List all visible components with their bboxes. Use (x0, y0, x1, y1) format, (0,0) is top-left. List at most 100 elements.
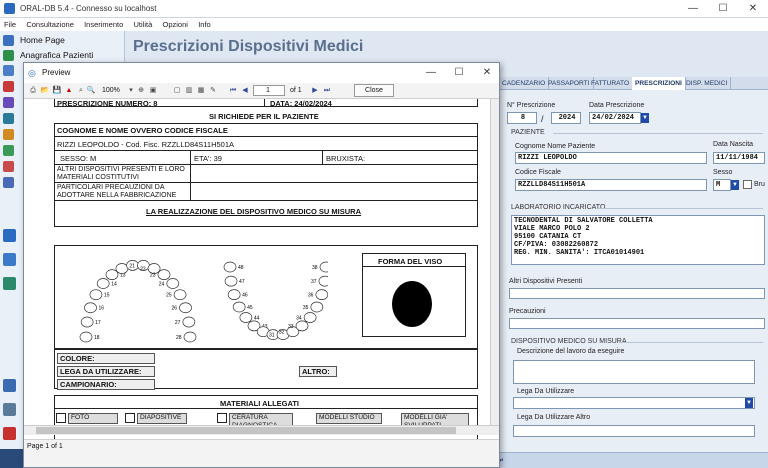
alloy-label: LEGA DA UTILIZZARE: (57, 366, 155, 377)
open-icon[interactable]: 📂 (40, 86, 50, 96)
settings-icon (3, 177, 14, 188)
patient-name-label: Cognome Nome Paziente (515, 143, 596, 150)
tooth-label: 35 (303, 305, 309, 311)
sidebar-item-home[interactable]: Home Page (0, 33, 125, 48)
sex-dropdown-button[interactable]: ▼ (731, 180, 739, 190)
pdf-export-icon[interactable]: ▲ (64, 86, 74, 96)
tooth-35 (310, 301, 324, 313)
maximize-button[interactable]: ☐ (708, 0, 738, 18)
tab-prescrizioni[interactable]: PRESCRIZIONI (632, 77, 686, 90)
tooth-24 (166, 278, 180, 289)
alloy-dropdown-button[interactable]: ▼ (745, 398, 753, 408)
menu-file[interactable]: File (0, 18, 20, 31)
prescription-number-field[interactable]: 8 (507, 112, 537, 124)
fit-page-icon[interactable]: ▣ (148, 86, 158, 96)
zoom-in-icon[interactable]: ⊕ (136, 86, 146, 96)
menu-opzioni[interactable]: Opzioni (159, 18, 192, 31)
last-page-icon[interactable]: ⏭ (322, 86, 332, 96)
document-icon (3, 97, 14, 108)
preview-minimize-button[interactable]: — (416, 63, 446, 83)
menu-info[interactable]: Info (194, 18, 215, 31)
close-button[interactable]: ✕ (738, 0, 768, 18)
bruxism-checkbox[interactable] (743, 180, 752, 189)
alloy-other-label: Lega Da Utilizzare Altro (517, 414, 591, 421)
preview-maximize-button[interactable]: ☐ (444, 63, 474, 83)
prescription-form: N° Prescrizione 8 / 2024 Data Prescrizio… (497, 90, 768, 452)
slides-checkbox[interactable] (125, 413, 135, 423)
other-devices-text: ALTRI DISPOSITIVI PRESENTI E LORO MATERI… (57, 166, 185, 181)
first-page-icon[interactable]: ⏮ (228, 86, 238, 96)
magnifier-icon[interactable]: 🔍 (86, 86, 96, 96)
next-page-icon[interactable]: ▶ (310, 86, 320, 96)
tab-passaporti[interactable]: PASSAPORTI (545, 77, 594, 90)
menu-inserimento[interactable]: Inserimento (80, 18, 127, 31)
work-description-field[interactable] (513, 360, 755, 384)
backup-icon (3, 403, 16, 416)
lab-line: VIALE MARCO POLO 2 (514, 225, 590, 233)
preview-titlebar: ◎ Preview — ☐ ✕ (24, 63, 499, 83)
divider (54, 136, 478, 137)
sidebar-item-label: Home Page (20, 35, 65, 45)
requested-for-title: SI RICHIEDE PER IL PAZIENTE (209, 112, 319, 121)
materials-title: MATERIALI ALLEGATI (220, 399, 300, 408)
precautions-field[interactable] (509, 318, 765, 329)
lab-line: 95100 CATANIA CT (514, 233, 582, 241)
vertical-scrollbar[interactable] (490, 99, 499, 425)
preview-close-report-button[interactable]: Close (354, 84, 394, 97)
date-picker-button[interactable]: ▼ (641, 113, 649, 123)
edit-icon[interactable]: ✎ (208, 86, 218, 96)
tab-disp-medici[interactable]: DISP. MEDICI (683, 77, 732, 90)
home-icon (3, 35, 14, 46)
network-icon (3, 379, 16, 392)
preview-toolbar: ⎙ 📂 💾 ▲ ⌕ 🔍 100% ▾ ⊕ ▣ ▢ ▥ ▦ ✎ ⏮ ◀ 1 of … (24, 83, 499, 99)
tab-cadenzario[interactable]: CADENZARIO (499, 77, 550, 90)
prescription-date-field[interactable]: 24/02/2024 (589, 112, 641, 124)
divider (597, 208, 763, 209)
scrollbar-thumb[interactable] (36, 427, 456, 434)
tooth-26 (179, 302, 192, 314)
page-number-input[interactable]: 1 (253, 85, 285, 96)
lower-arch: 48474645444342413132333435363738 (223, 261, 328, 340)
sex-select[interactable]: M (713, 179, 731, 191)
preview-icon: ◎ (28, 68, 36, 78)
face-shape-title: FORMA DEL VISO (378, 257, 443, 266)
preview-window: ◎ Preview — ☐ ✕ ⎙ 📂 💾 ▲ ⌕ 🔍 100% ▾ ⊕ ▣ ▢… (23, 62, 500, 468)
print-icon[interactable]: ⎙ (28, 86, 38, 96)
horizontal-scrollbar[interactable] (24, 425, 499, 435)
alloy-select[interactable] (513, 397, 755, 409)
multi-pages-icon[interactable]: ▦ (196, 86, 206, 96)
pdf-icon (3, 427, 16, 440)
photo-checkbox[interactable] (56, 413, 66, 423)
lab-line: TECNODENTAL DI SALVATORE COLLETTA (514, 217, 653, 225)
tooth-13 (105, 269, 119, 280)
diagnostic-wax-checkbox[interactable] (217, 413, 227, 423)
search-icon[interactable]: ⌕ (76, 86, 86, 96)
birth-date-field[interactable]: 11/11/1984 (713, 152, 765, 164)
single-page-icon[interactable]: ▢ (172, 86, 182, 96)
patients-icon (3, 50, 14, 61)
tooth-label: 18 (94, 335, 100, 341)
sidebar-item-patients[interactable]: Anagrafica Pazienti (0, 48, 125, 63)
other-devices-field[interactable] (509, 288, 765, 299)
menu-consultazione[interactable]: Consultazione (22, 18, 78, 31)
prescription-year-field[interactable]: 2024 (551, 112, 581, 124)
two-pages-icon[interactable]: ▥ (184, 86, 194, 96)
preview-close-button[interactable]: ✕ (472, 63, 502, 83)
lab-text-area[interactable]: TECNODENTAL DI SALVATORE COLLETTA VIALE … (511, 215, 765, 265)
previous-page-icon[interactable]: ◀ (240, 86, 250, 96)
app-logo-icon (4, 3, 15, 14)
tab-fatturato[interactable]: FATTURATO (588, 77, 634, 90)
save-icon[interactable]: 💾 (52, 86, 62, 96)
tooth-label: 47 (239, 279, 245, 285)
alloy-other-field[interactable] (513, 425, 755, 437)
zoom-dropdown-icon[interactable]: ▾ (126, 86, 136, 96)
menu-utilita[interactable]: Utilità (130, 18, 157, 31)
patient-name-field[interactable]: RIZZI LEOPOLDO (515, 152, 707, 164)
custom-device-section-title: DISPOSITIVO MEDICO SU MISURA (511, 338, 627, 345)
tooth-label: 32 (279, 330, 285, 336)
minimize-button[interactable]: — (678, 0, 708, 18)
dental-chart: 18171615141312112122232425262728 4847464… (79, 260, 328, 343)
report-page: PRESCRIZIONE NUMERO: 8 DATA: 24/02/2024 … (24, 99, 499, 439)
fiscal-code-field[interactable]: RZZLLD84S11H501A (515, 179, 707, 191)
divider (54, 200, 478, 201)
